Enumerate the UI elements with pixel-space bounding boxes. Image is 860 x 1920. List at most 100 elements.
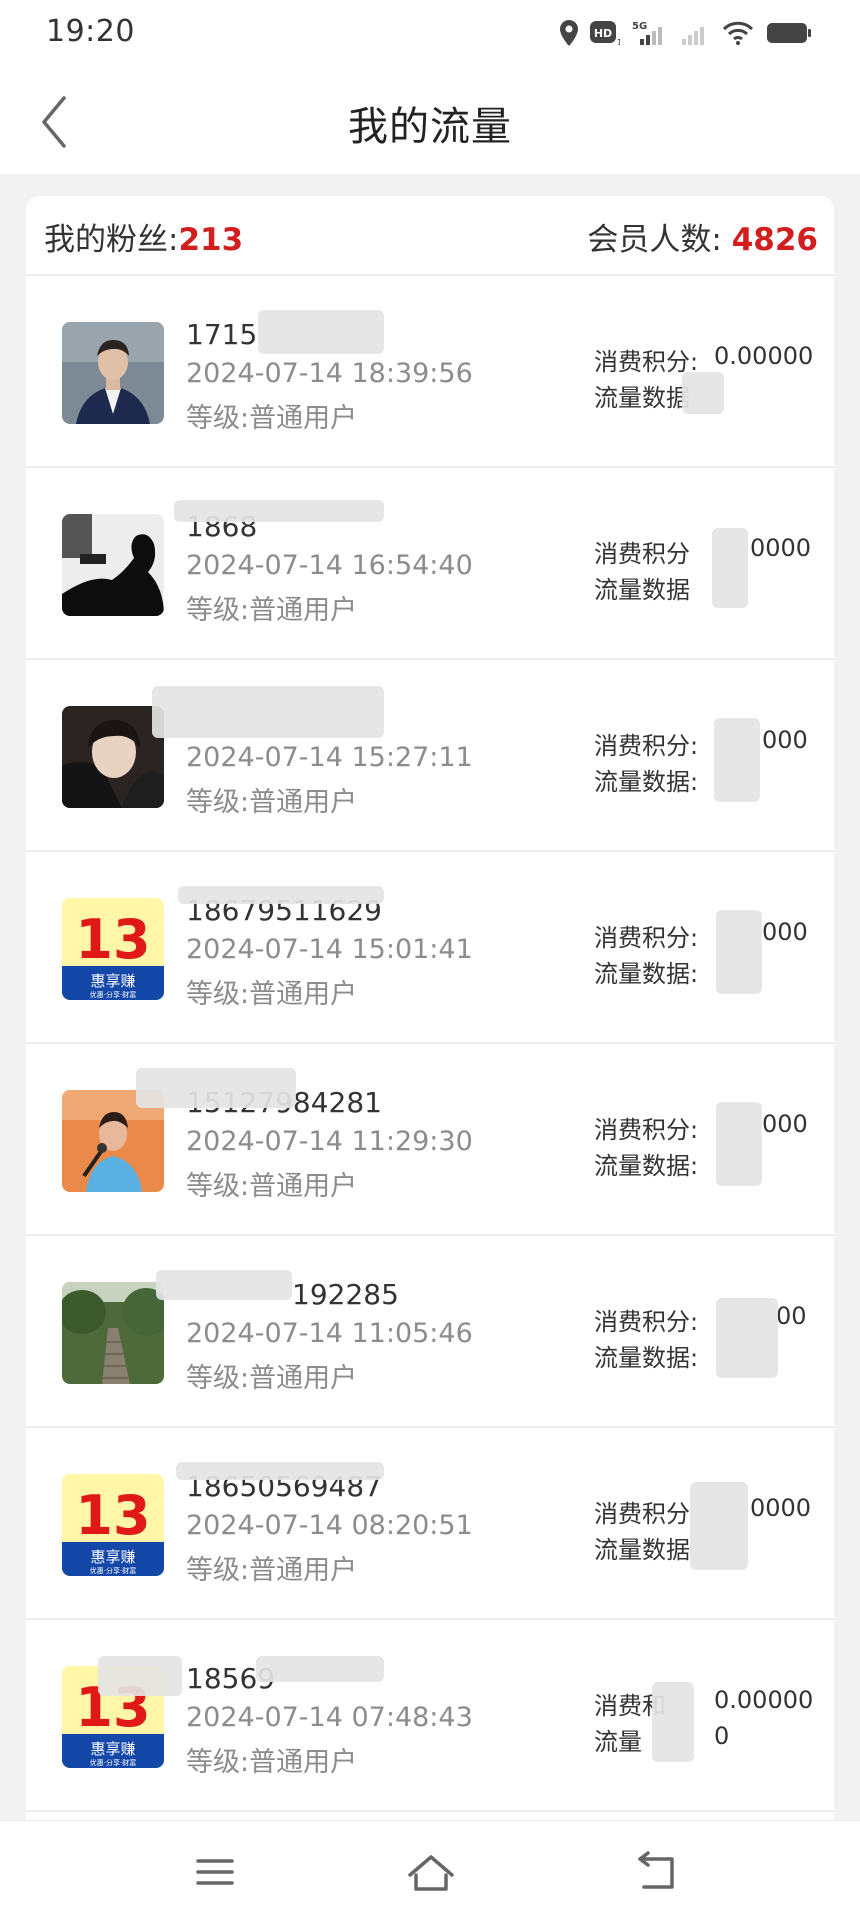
privacy-blur	[716, 910, 762, 994]
points-value: 0000	[750, 1494, 812, 1522]
battery-icon	[767, 23, 811, 43]
summary-bar: 我的粉丝:213 会员人数: 4826	[26, 196, 834, 276]
traffic-label: 流量数据	[594, 1536, 690, 1564]
avatar	[62, 514, 164, 616]
list-item[interactable]: 15127984281 2024-07-14 11:29:30 等级:普通用户 …	[26, 1044, 834, 1236]
menu-icon[interactable]	[190, 1851, 240, 1893]
privacy-blur	[716, 1298, 778, 1378]
register-time: 2024-07-14 07:48:43	[186, 1702, 473, 1733]
privacy-blur	[176, 1462, 384, 1480]
points-label: 消费积分	[594, 1500, 690, 1528]
points-label: 消费积分:	[594, 348, 699, 376]
members-count: 会员人数: 4826	[587, 214, 818, 259]
privacy-blur	[156, 1270, 292, 1300]
list-item[interactable]: 13 惠享赚 优惠·分享·财富 18569 2024-07-14 07:48:4…	[26, 1620, 834, 1812]
points-label: 消费积分:	[594, 1116, 699, 1144]
avatar: 13 惠享赚 优惠·分享·财富	[62, 1474, 164, 1576]
user-level: 等级:普通用户	[186, 1747, 358, 1778]
traffic-label: 流量数据:	[594, 960, 699, 988]
privacy-blur	[714, 718, 760, 802]
points-label: 消费积分:	[594, 732, 699, 760]
register-time: 2024-07-14 08:20:51	[186, 1510, 473, 1541]
silhouette-avatar	[62, 514, 164, 616]
privacy-blur	[712, 528, 748, 608]
hd-icon: HD 1	[590, 21, 620, 46]
traffic-value: 0	[714, 1722, 730, 1750]
photo-stairs-avatar	[62, 1282, 164, 1384]
avatar: 13 惠享赚 优惠·分享·财富	[62, 898, 164, 1000]
phone-number: 192285	[292, 1278, 399, 1311]
photo-young-man-avatar	[62, 706, 164, 808]
points-value: 000	[762, 918, 808, 946]
5g-signal-icon: 5G	[632, 21, 662, 45]
register-time: 2024-07-14 11:05:46	[186, 1318, 473, 1349]
list-item[interactable]: 13 惠享赚 优惠·分享·财富 18650569487 2024-07-14 0…	[26, 1428, 834, 1620]
points-label: 消费积分	[594, 540, 690, 568]
user-level: 等级:普通用户	[186, 979, 358, 1010]
privacy-blur	[258, 310, 384, 354]
privacy-blur	[682, 372, 724, 414]
list-item[interactable]: 1868 2024-07-14 16:54:40 等级:普通用户 消费积分 00…	[26, 468, 834, 660]
register-time: 2024-07-14 15:01:41	[186, 934, 473, 965]
logo-number: 13	[75, 908, 150, 971]
list-item[interactable]: 192285 2024-07-14 11:05:46 等级:普通用户 消费积分:…	[26, 1236, 834, 1428]
wifi-icon	[722, 21, 754, 45]
register-time: 2024-07-14 18:39:56	[186, 358, 473, 389]
user-level: 等级:普通用户	[186, 595, 358, 626]
list-item[interactable]: 13 惠享赚 优惠·分享·财富 18679511629 2024-07-14 1…	[26, 852, 834, 1044]
user-level: 等级:普通用户	[186, 1363, 358, 1394]
members-value: 4826	[731, 222, 818, 258]
page-title: 我的流量	[348, 104, 512, 150]
points-label: 消费积分:	[594, 924, 699, 952]
privacy-blur	[136, 1068, 296, 1108]
status-icons: HD 1 5G	[560, 18, 812, 48]
avatar	[62, 322, 164, 424]
privacy-blur	[716, 1102, 762, 1186]
list-item[interactable]: 2024-07-14 15:27:11 等级:普通用户 消费积分: 000 流量…	[26, 660, 834, 852]
traffic-label: 流量数据:	[594, 768, 699, 796]
app-logo-13-icon: 13 惠享赚 优惠·分享·财富	[62, 1474, 164, 1576]
logo-number: 13	[75, 1484, 150, 1547]
privacy-blur	[178, 886, 384, 904]
privacy-blur	[98, 1656, 182, 1696]
logo-text: 惠享赚	[90, 972, 135, 990]
members-label: 会员人数:	[587, 222, 722, 258]
back-icon[interactable]	[632, 1851, 682, 1893]
signal-icon	[682, 27, 704, 45]
fans-count: 我的粉丝:213	[44, 214, 243, 259]
nav-bar: 我的流量	[0, 66, 860, 174]
register-time: 2024-07-14 15:27:11	[186, 742, 473, 773]
list-item[interactable]: 1715 2024-07-14 18:39:56 等级:普通用户 消费积分: 0…	[26, 276, 834, 468]
traffic-label: 流量	[594, 1728, 642, 1756]
traffic-label: 流量数据:	[594, 1152, 699, 1180]
privacy-blur	[256, 1656, 384, 1682]
logo-slogan: 优惠·分享·财富	[90, 990, 136, 999]
svg-text:HD: HD	[594, 27, 612, 40]
register-time: 2024-07-14 16:54:40	[186, 550, 473, 581]
system-nav-bar	[0, 1820, 860, 1920]
app-logo-13-icon: 13 惠享赚 优惠·分享·财富	[62, 898, 164, 1000]
points-value: 000	[762, 1110, 808, 1138]
points-value: 000	[762, 726, 808, 754]
points-value: 00	[776, 1302, 807, 1330]
home-icon[interactable]	[406, 1851, 456, 1893]
points-value: 0.00000	[714, 1686, 814, 1714]
logo-text: 惠享赚	[90, 1740, 135, 1758]
privacy-blur	[652, 1682, 694, 1762]
avatar	[62, 1282, 164, 1384]
phone-number: 1715	[186, 318, 258, 351]
logo-slogan: 优惠·分享·财富	[90, 1566, 136, 1575]
user-level: 等级:普通用户	[186, 1555, 358, 1586]
register-time: 2024-07-14 11:29:30	[186, 1126, 473, 1157]
fans-value: 213	[178, 222, 244, 258]
user-level: 等级:普通用户	[186, 787, 358, 818]
fans-label: 我的粉丝:	[44, 222, 179, 258]
privacy-blur	[174, 500, 384, 522]
logo-slogan: 优惠·分享·财富	[90, 1758, 136, 1767]
avatar	[62, 706, 164, 808]
points-value: 0.00000	[714, 342, 814, 370]
traffic-list-card: 我的粉丝:213 会员人数: 4826 1715 2024-07-14 18:3…	[26, 196, 834, 1820]
status-time: 19:20	[46, 14, 135, 49]
privacy-blur	[690, 1482, 748, 1570]
logo-text: 惠享赚	[90, 1548, 135, 1566]
